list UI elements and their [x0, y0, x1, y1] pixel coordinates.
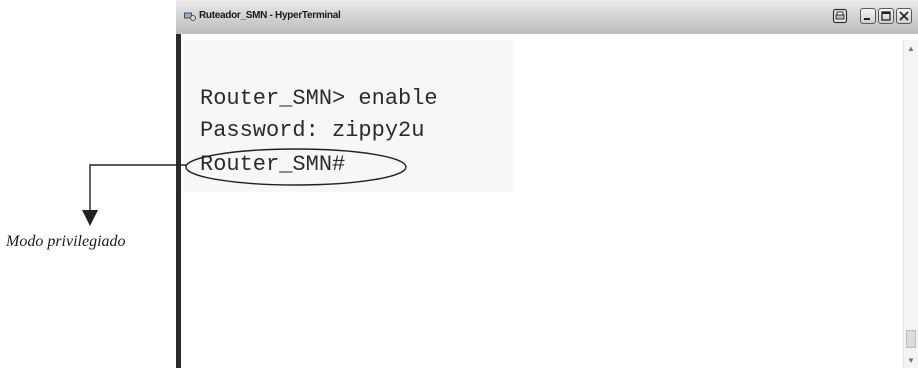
- callout-arrowhead-icon: [82, 210, 98, 226]
- terminal-output: Router_SMN> enable Password: zippy2u Rou…: [183, 40, 513, 192]
- terminal-client-area[interactable]: Router_SMN> enable Password: zippy2u Rou…: [176, 34, 918, 368]
- close-icon: [899, 11, 909, 21]
- scroll-down-arrow-icon[interactable]: ▼: [904, 354, 918, 368]
- hyperterminal-app-icon: [184, 12, 196, 21]
- callout-connector-line: [89, 164, 186, 212]
- minimize-button[interactable]: [860, 8, 876, 24]
- terminal-line: Password: zippy2u: [200, 118, 425, 143]
- close-button[interactable]: [896, 8, 912, 24]
- terminal-screen[interactable]: Router_SMN> enable Password: zippy2u Rou…: [183, 40, 902, 368]
- scrollbar-thumb[interactable]: [906, 330, 916, 348]
- maximize-icon: [881, 11, 891, 21]
- vertical-scrollbar[interactable]: ▲ ▼: [903, 40, 918, 368]
- hyperterminal-window: Ruteador_SMN - HyperTerminal Router_SMN>…: [176, 0, 918, 368]
- maximize-button[interactable]: [878, 8, 894, 24]
- print-button[interactable]: [832, 8, 848, 24]
- window-title: Ruteador_SMN - HyperTerminal: [199, 10, 341, 21]
- terminal-prompt-line: Router_SMN#: [200, 152, 346, 177]
- scroll-up-arrow-icon[interactable]: ▲: [904, 42, 918, 56]
- minimize-icon: [864, 18, 870, 20]
- printer-icon: [832, 8, 848, 24]
- title-bar[interactable]: Ruteador_SMN - HyperTerminal: [176, 0, 918, 35]
- annotation-label: Modo privilegiado: [6, 233, 126, 250]
- terminal-line: Router_SMN> enable: [200, 86, 438, 111]
